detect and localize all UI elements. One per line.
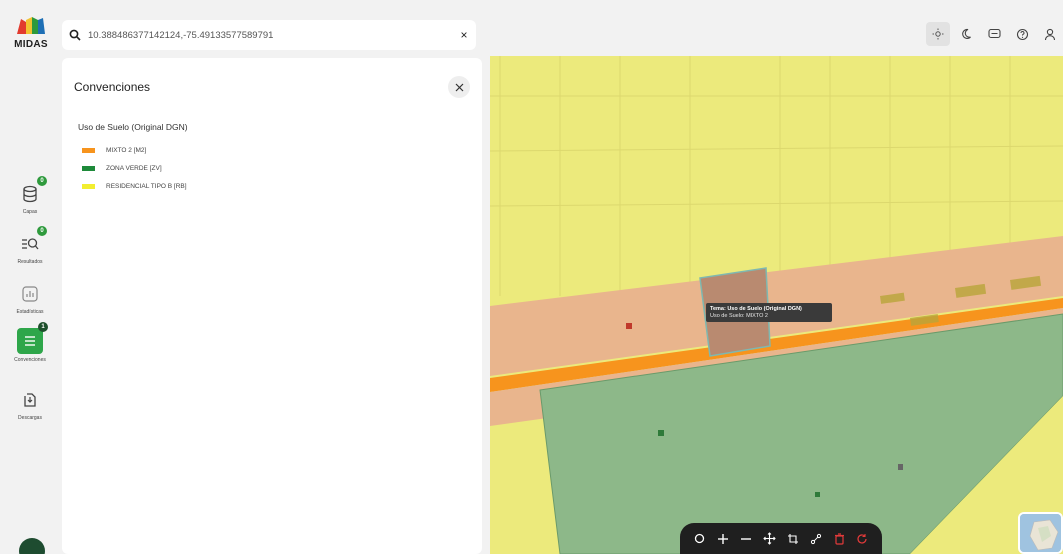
pan-icon[interactable] [760, 530, 778, 548]
statistics-icon [18, 282, 42, 306]
download-icon [18, 388, 42, 412]
legend-label: MIXTO 2 [M2] [106, 146, 147, 154]
rail-label: Capas [22, 209, 38, 215]
legend-item: RESIDENCIAL TIPO B [RB] [82, 177, 187, 195]
logo-icon [17, 17, 45, 34]
legend-swatch [82, 165, 95, 171]
clear-search-icon[interactable]: × [452, 28, 476, 42]
delete-icon[interactable] [830, 530, 848, 548]
message-icon[interactable] [982, 22, 1006, 46]
legend-list: MIXTO 2 [M2] ZONA VERDE [ZV] RESIDENCIAL… [82, 141, 187, 195]
legend-swatch [82, 147, 95, 153]
close-panel-button[interactable] [448, 76, 470, 98]
legend-item: MIXTO 2 [M2] [82, 141, 187, 159]
tooltip-value: Uso de Suelo: MIXTO 2 [710, 313, 768, 319]
basemap-thumbnail-icon [1020, 514, 1061, 552]
zoom-in-icon[interactable] [714, 530, 732, 548]
map-tooltip: Tema: Uso de Suelo (Original DGN) Uso de… [706, 303, 832, 322]
rail-item-resultados[interactable]: 0 Resultados [0, 226, 60, 265]
layers-icon: 0 [18, 176, 47, 206]
search-input[interactable] [88, 29, 452, 41]
convenciones-badge: 1 [38, 322, 48, 332]
sun-icon[interactable] [926, 22, 950, 46]
assistant-button[interactable] [19, 538, 45, 554]
legend-group-title: Uso de Suelo (Original DGN) [78, 122, 188, 132]
app-root: Tema: Uso de Suelo (Original DGN) Uso de… [0, 0, 1063, 554]
legend-item: ZONA VERDE [ZV] [82, 159, 187, 177]
map-toolbar [680, 523, 882, 554]
results-list-icon: 0 [18, 226, 47, 256]
rail-item-estadisticas[interactable]: Estadísticas [0, 282, 60, 315]
resultados-badge: 0 [37, 226, 47, 236]
rail-item-descargas[interactable]: Descargas [0, 388, 60, 421]
measure-icon[interactable] [807, 530, 825, 548]
legend-label: RESIDENCIAL TIPO B [RB] [106, 182, 187, 190]
user-icon[interactable] [1038, 22, 1062, 46]
reset-icon[interactable] [853, 530, 871, 548]
top-toolbar [926, 20, 1062, 48]
logo-text: MIDAS [14, 39, 48, 50]
rail-label: Estadísticas [16, 309, 44, 315]
panel-title: Convenciones [74, 80, 151, 94]
logo[interactable]: MIDAS [14, 16, 48, 60]
rail-label: Convenciones [14, 357, 46, 363]
legend-panel: Convenciones Uso de Suelo (Original DGN)… [62, 58, 482, 554]
rail-item-capas[interactable]: 0 Capas [0, 176, 60, 215]
select-icon[interactable] [784, 530, 802, 548]
help-icon[interactable] [1010, 22, 1034, 46]
search-icon [62, 29, 88, 41]
capas-badge: 0 [37, 176, 47, 186]
left-rail: MIDAS 0 Capas 0 Resultados Estadísticas [0, 0, 60, 554]
rail-label: Descargas [18, 415, 42, 421]
rail-item-convenciones[interactable]: 1 Convenciones [0, 322, 60, 363]
rail-label: Resultados [17, 259, 43, 265]
moon-icon[interactable] [954, 22, 978, 46]
close-icon [455, 83, 463, 91]
legend-list-icon: 1 [17, 322, 48, 354]
zoom-out-icon[interactable] [737, 530, 755, 548]
tooltip-title: Tema: Uso de Suelo (Original DGN) [710, 306, 802, 312]
legend-swatch [82, 183, 95, 189]
basemap-switcher[interactable] [1018, 512, 1063, 554]
circle-icon[interactable] [691, 530, 709, 548]
search-bar: × [62, 20, 476, 50]
legend-label: ZONA VERDE [ZV] [106, 164, 162, 172]
